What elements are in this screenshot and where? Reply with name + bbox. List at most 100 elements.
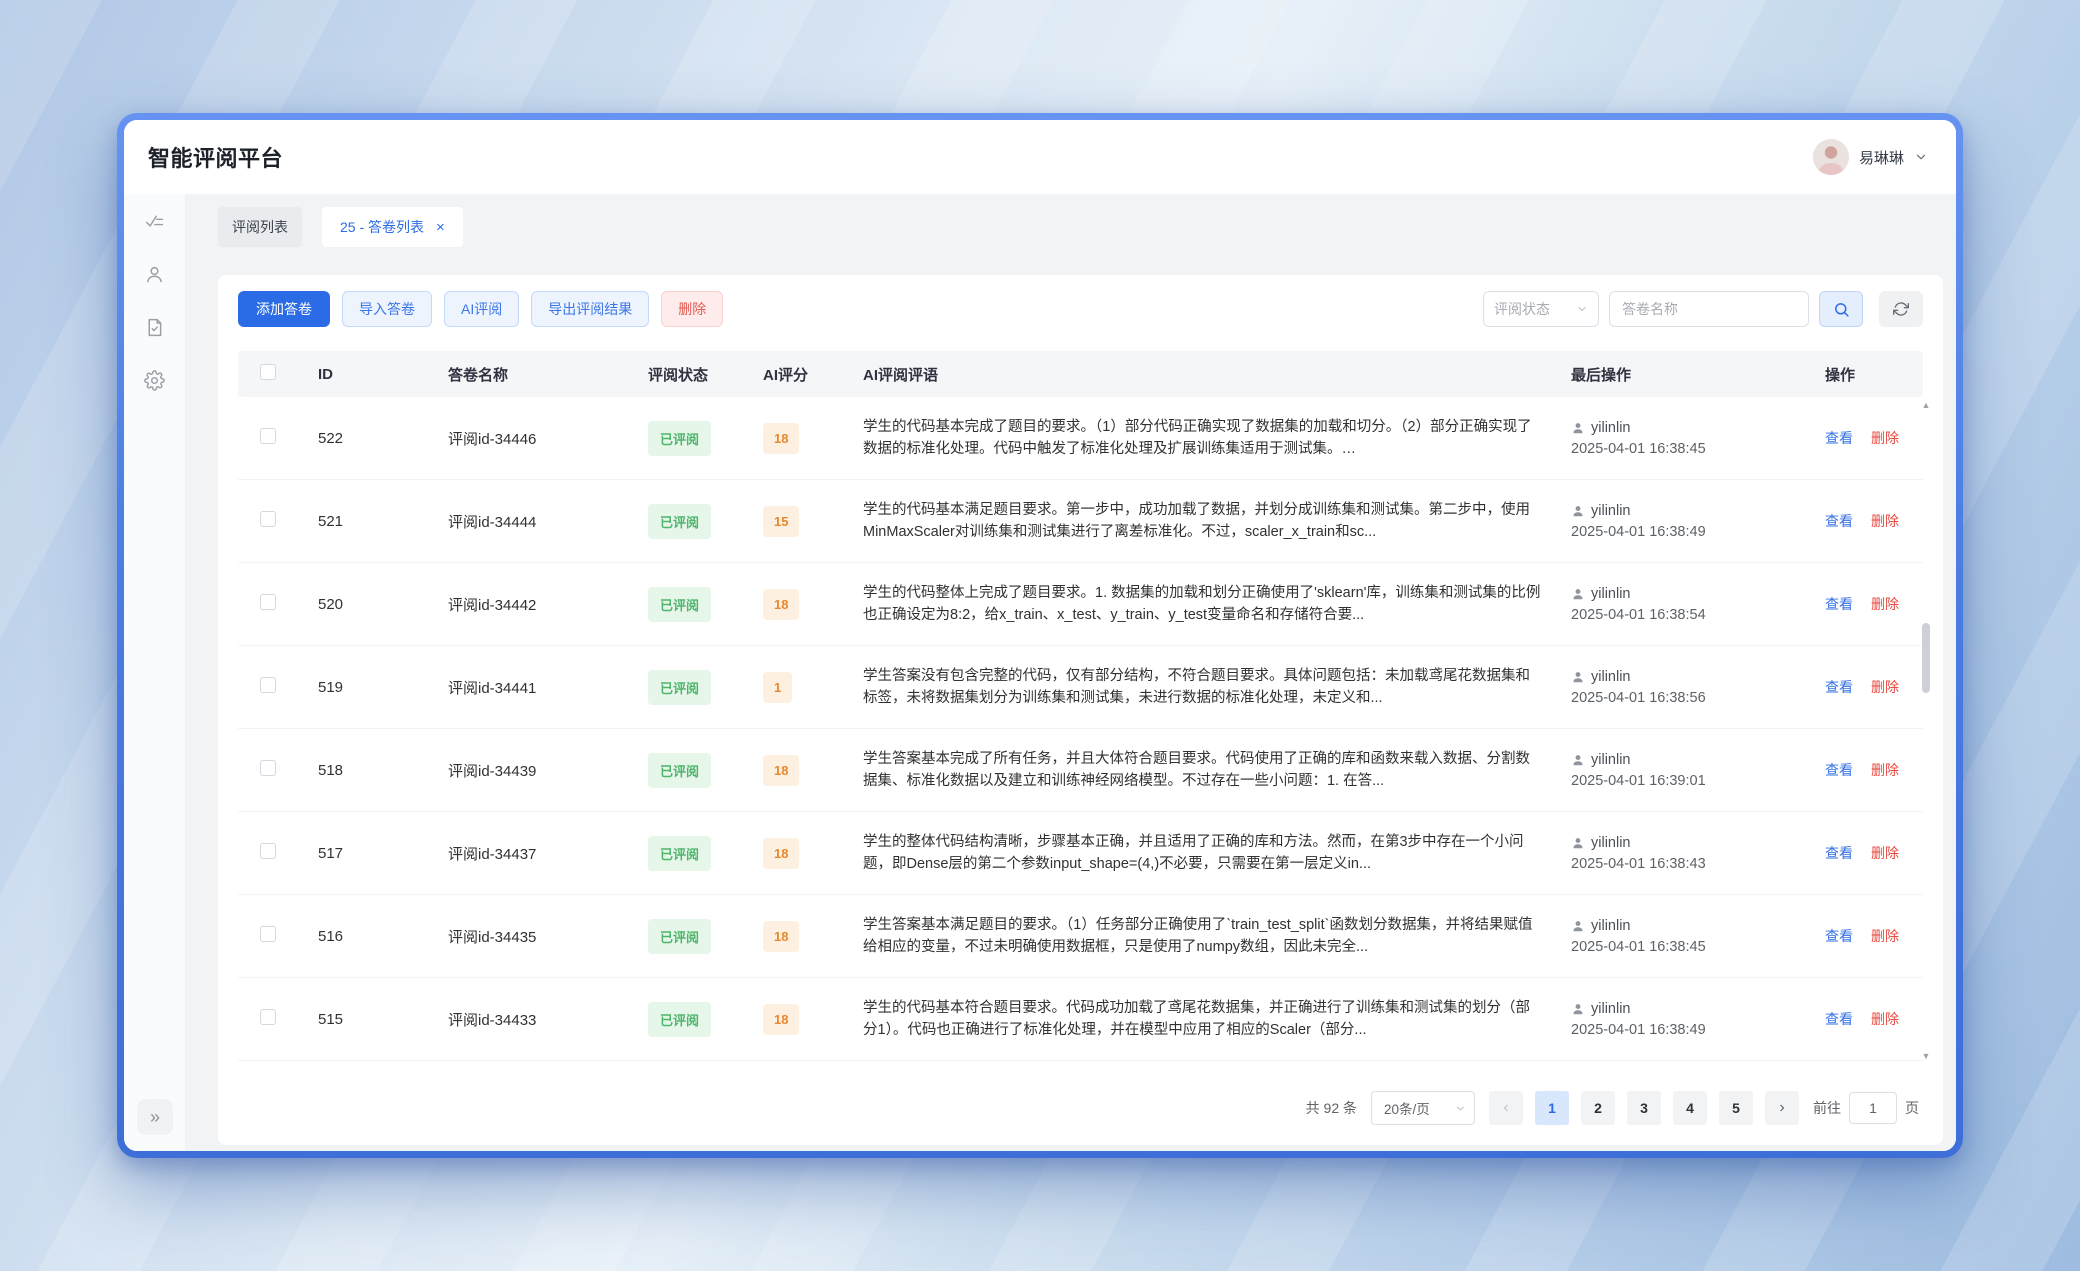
delete-link[interactable]: 删除 bbox=[1871, 926, 1899, 946]
user-menu[interactable]: 易琳琳 bbox=[1813, 139, 1928, 175]
table-header: ID 答卷名称 评阅状态 AI评分 AI评阅评语 最后操作 操作 bbox=[238, 351, 1923, 397]
main-area: 评阅列表 25 - 答卷列表 × 添加答卷 导入答卷 AI评阅 bbox=[186, 194, 1956, 1151]
scrollbar-thumb[interactable] bbox=[1922, 623, 1930, 693]
tab-bar: 评阅列表 25 - 答卷列表 × bbox=[218, 207, 1943, 247]
page-title: 智能评阅平台 bbox=[148, 141, 283, 173]
delete-link[interactable]: 删除 bbox=[1871, 843, 1899, 863]
delete-link[interactable]: 删除 bbox=[1871, 760, 1899, 780]
person-icon bbox=[1571, 753, 1585, 767]
view-link[interactable]: 查看 bbox=[1825, 1009, 1853, 1029]
person-icon bbox=[1571, 919, 1585, 933]
search-input[interactable] bbox=[1609, 291, 1809, 327]
sidebar-collapse-button[interactable]: » bbox=[137, 1099, 173, 1135]
scroll-down-icon[interactable]: ▼ bbox=[1922, 1052, 1931, 1061]
select-all-checkbox[interactable] bbox=[260, 364, 276, 380]
page-unit-label: 页 bbox=[1905, 1098, 1919, 1118]
last-operation: yilinlin 2025-04-01 16:38:49 bbox=[1561, 503, 1801, 540]
page-button-1[interactable]: 1 bbox=[1535, 1091, 1569, 1125]
view-link[interactable]: 查看 bbox=[1825, 677, 1853, 697]
row-checkbox[interactable] bbox=[260, 843, 276, 859]
avatar-image bbox=[1813, 139, 1849, 175]
row-id: 522 bbox=[294, 430, 424, 447]
export-results-button[interactable]: 导出评阅结果 bbox=[531, 291, 649, 327]
delete-link[interactable]: 删除 bbox=[1871, 428, 1899, 448]
sidebar-item-papers[interactable] bbox=[144, 316, 166, 338]
delete-link[interactable]: 删除 bbox=[1871, 594, 1899, 614]
score-badge: 18 bbox=[763, 921, 799, 952]
sidebar-item-review-list[interactable] bbox=[144, 210, 166, 232]
total-count-label: 共 92 条 bbox=[1306, 1098, 1357, 1118]
row-checkbox[interactable] bbox=[260, 760, 276, 776]
user-icon bbox=[144, 264, 165, 285]
person-icon bbox=[1571, 421, 1585, 435]
avatar[interactable] bbox=[1813, 139, 1849, 175]
row-name: 评阅id-34439 bbox=[424, 760, 624, 781]
col-header-id: ID bbox=[294, 366, 424, 383]
delete-link[interactable]: 删除 bbox=[1871, 1009, 1899, 1029]
col-header-status: 评阅状态 bbox=[624, 364, 739, 385]
status-badge: 已评阅 bbox=[648, 504, 711, 539]
view-link[interactable]: 查看 bbox=[1825, 843, 1853, 863]
table-row: 515 评阅id-34433 已评阅 18 学生的代码基本符合题目要求。代码成功… bbox=[238, 978, 1923, 1061]
search-button[interactable] bbox=[1819, 291, 1863, 327]
gear-icon bbox=[144, 370, 165, 391]
add-answer-button[interactable]: 添加答卷 bbox=[238, 291, 330, 327]
page-button-4[interactable]: 4 bbox=[1673, 1091, 1707, 1125]
operator-name: yilinlin bbox=[1591, 1001, 1631, 1017]
next-page-button[interactable]: › bbox=[1765, 1091, 1799, 1125]
row-name: 评阅id-34446 bbox=[424, 428, 624, 449]
last-operation: yilinlin 2025-04-01 16:39:01 bbox=[1561, 752, 1801, 789]
page-button-5[interactable]: 5 bbox=[1719, 1091, 1753, 1125]
delete-button[interactable]: 删除 bbox=[661, 291, 723, 327]
last-operation: yilinlin 2025-04-01 16:38:54 bbox=[1561, 586, 1801, 623]
row-checkbox[interactable] bbox=[260, 677, 276, 693]
tab-answer-list[interactable]: 25 - 答卷列表 × bbox=[322, 207, 463, 247]
table-row: 517 评阅id-34437 已评阅 18 学生的整体代码结构清晰，步骤基本正确… bbox=[238, 812, 1923, 895]
person-icon bbox=[1571, 504, 1585, 518]
prev-page-button[interactable]: ‹ bbox=[1489, 1091, 1523, 1125]
ai-comment: 学生的代码基本完成了题目的要求。（1）部分代码正确实现了数据集的加载和切分。（2… bbox=[839, 416, 1561, 460]
refresh-button[interactable] bbox=[1879, 291, 1923, 327]
view-link[interactable]: 查看 bbox=[1825, 760, 1853, 780]
view-link[interactable]: 查看 bbox=[1825, 926, 1853, 946]
operator-name: yilinlin bbox=[1591, 752, 1631, 768]
ai-review-button[interactable]: AI评阅 bbox=[444, 291, 519, 327]
last-operation: yilinlin 2025-04-01 16:38:49 bbox=[1561, 1001, 1801, 1038]
row-checkbox[interactable] bbox=[260, 511, 276, 527]
row-id: 519 bbox=[294, 679, 424, 696]
score-badge: 18 bbox=[763, 1004, 799, 1035]
delete-link[interactable]: 删除 bbox=[1871, 677, 1899, 697]
review-status-select[interactable]: 评阅状态 bbox=[1483, 291, 1599, 327]
document-check-icon bbox=[144, 317, 165, 338]
table-scrollbar[interactable]: ▲ ▼ bbox=[1920, 401, 1932, 1061]
row-checkbox[interactable] bbox=[260, 594, 276, 610]
sidebar-item-users[interactable] bbox=[144, 263, 166, 285]
tab-review-list[interactable]: 评阅列表 bbox=[218, 207, 302, 247]
goto-page-input[interactable] bbox=[1849, 1092, 1897, 1124]
sidebar-item-settings[interactable] bbox=[144, 369, 166, 391]
col-header-name: 答卷名称 bbox=[424, 364, 624, 385]
operation-time: 2025-04-01 16:38:56 bbox=[1571, 690, 1801, 706]
scroll-up-icon[interactable]: ▲ bbox=[1922, 401, 1931, 410]
row-checkbox[interactable] bbox=[260, 1009, 276, 1025]
ai-comment: 学生的代码基本符合题目要求。代码成功加载了鸢尾花数据集，并正确进行了训练集和测试… bbox=[839, 997, 1561, 1041]
view-link[interactable]: 查看 bbox=[1825, 511, 1853, 531]
page-button-3[interactable]: 3 bbox=[1627, 1091, 1661, 1125]
row-id: 520 bbox=[294, 596, 424, 613]
row-id: 515 bbox=[294, 1011, 424, 1028]
import-answer-button[interactable]: 导入答卷 bbox=[342, 291, 432, 327]
row-checkbox[interactable] bbox=[260, 926, 276, 942]
page-button-2[interactable]: 2 bbox=[1581, 1091, 1615, 1125]
col-header-score: AI评分 bbox=[739, 364, 839, 385]
person-icon bbox=[1571, 836, 1585, 850]
status-badge: 已评阅 bbox=[648, 836, 711, 871]
row-checkbox[interactable] bbox=[260, 428, 276, 444]
page-size-select[interactable]: 20条/页 bbox=[1371, 1091, 1475, 1125]
row-name: 评阅id-34437 bbox=[424, 843, 624, 864]
delete-link[interactable]: 删除 bbox=[1871, 511, 1899, 531]
score-badge: 18 bbox=[763, 838, 799, 869]
tab-close-icon[interactable]: × bbox=[436, 220, 445, 235]
view-link[interactable]: 查看 bbox=[1825, 594, 1853, 614]
collapse-icon: » bbox=[150, 1107, 160, 1128]
view-link[interactable]: 查看 bbox=[1825, 428, 1853, 448]
